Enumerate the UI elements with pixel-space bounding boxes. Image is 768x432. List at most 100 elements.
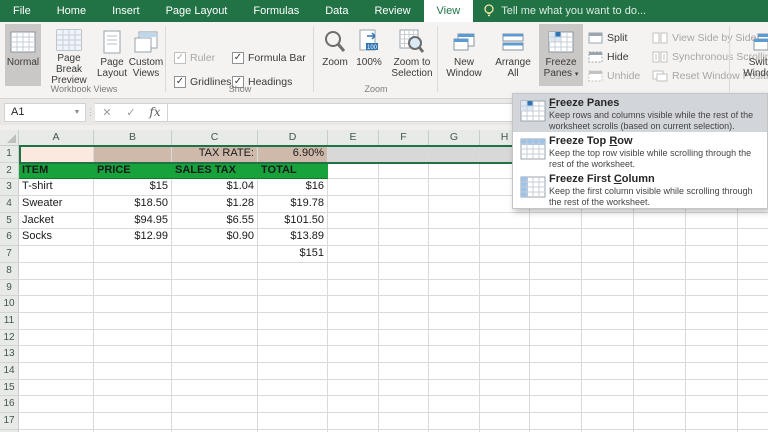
row-header-13[interactable]: 13 [0, 346, 19, 363]
cell-E5[interactable] [328, 213, 379, 230]
cell-F8[interactable] [379, 263, 429, 280]
cell-F14[interactable] [379, 363, 429, 380]
cell-M13[interactable] [738, 346, 768, 363]
menu-item-freeze-first-column[interactable]: Freeze First ColumnKeep the first column… [513, 170, 767, 208]
cell-I15[interactable] [530, 380, 582, 397]
cell-E1[interactable] [328, 146, 379, 163]
name-box[interactable]: A1 ▼ [4, 103, 86, 122]
cell-D3[interactable]: $16 [258, 179, 328, 196]
cell-G7[interactable] [429, 246, 480, 263]
cell-K5[interactable] [634, 213, 686, 230]
row-header-12[interactable]: 12 [0, 330, 19, 347]
cell-G9[interactable] [429, 280, 480, 297]
cell-H13[interactable] [480, 346, 530, 363]
unhide-button[interactable]: Unhide [588, 67, 640, 84]
cell-B1[interactable] [94, 146, 172, 163]
cell-A11[interactable] [19, 313, 94, 330]
cell-D12[interactable] [258, 330, 328, 347]
cell-J17[interactable] [582, 413, 634, 430]
cell-L12[interactable] [686, 330, 738, 347]
cell-K9[interactable] [634, 280, 686, 297]
cell-K16[interactable] [634, 396, 686, 413]
cell-A6[interactable]: Socks [19, 229, 94, 246]
cell-F17[interactable] [379, 413, 429, 430]
cell-M6[interactable] [738, 229, 768, 246]
cell-H14[interactable] [480, 363, 530, 380]
cell-B12[interactable] [94, 330, 172, 347]
cell-G12[interactable] [429, 330, 480, 347]
row-header-4[interactable]: 4 [0, 196, 19, 213]
cell-E6[interactable] [328, 229, 379, 246]
cell-I8[interactable] [530, 263, 582, 280]
cell-G1[interactable] [429, 146, 480, 163]
cell-D9[interactable] [258, 280, 328, 297]
switch-windows-button[interactable]: SwitchWindows [736, 24, 768, 86]
row-header-10[interactable]: 10 [0, 296, 19, 313]
cell-K11[interactable] [634, 313, 686, 330]
cell-L11[interactable] [686, 313, 738, 330]
hide-button[interactable]: Hide [588, 48, 629, 65]
cell-B10[interactable] [94, 296, 172, 313]
cell-F16[interactable] [379, 396, 429, 413]
cell-F1[interactable] [379, 146, 429, 163]
cancel-icon[interactable]: ✕ [95, 106, 119, 119]
row-header-9[interactable]: 9 [0, 280, 19, 297]
cell-J12[interactable] [582, 330, 634, 347]
cell-H11[interactable] [480, 313, 530, 330]
checkbox-icon[interactable]: ✓ [232, 52, 244, 64]
cell-E9[interactable] [328, 280, 379, 297]
cell-A13[interactable] [19, 346, 94, 363]
cell-M12[interactable] [738, 330, 768, 347]
cell-G13[interactable] [429, 346, 480, 363]
cell-G4[interactable] [429, 196, 480, 213]
cell-B9[interactable] [94, 280, 172, 297]
cell-B6[interactable]: $12.99 [94, 229, 172, 246]
cell-E12[interactable] [328, 330, 379, 347]
cell-G3[interactable] [429, 179, 480, 196]
cell-F15[interactable] [379, 380, 429, 397]
cell-D1[interactable]: 6.90% [258, 146, 328, 163]
cell-I5[interactable] [530, 213, 582, 230]
custom-views-button[interactable]: CustomViews [129, 24, 163, 86]
cell-D17[interactable] [258, 413, 328, 430]
cell-L15[interactable] [686, 380, 738, 397]
cell-H8[interactable] [480, 263, 530, 280]
row-header-14[interactable]: 14 [0, 363, 19, 380]
cell-E14[interactable] [328, 363, 379, 380]
row-header-15[interactable]: 15 [0, 380, 19, 397]
cell-L14[interactable] [686, 363, 738, 380]
cell-J11[interactable] [582, 313, 634, 330]
cell-D4[interactable]: $19.78 [258, 196, 328, 213]
cell-A17[interactable] [19, 413, 94, 430]
cell-E10[interactable] [328, 296, 379, 313]
cell-F2[interactable] [379, 163, 429, 180]
cell-I11[interactable] [530, 313, 582, 330]
cell-J9[interactable] [582, 280, 634, 297]
cell-D6[interactable]: $13.89 [258, 229, 328, 246]
cell-G8[interactable] [429, 263, 480, 280]
cell-K17[interactable] [634, 413, 686, 430]
cell-G5[interactable] [429, 213, 480, 230]
cell-J5[interactable] [582, 213, 634, 230]
cell-A9[interactable] [19, 280, 94, 297]
cell-M10[interactable] [738, 296, 768, 313]
cell-D16[interactable] [258, 396, 328, 413]
cell-H5[interactable] [480, 213, 530, 230]
freeze-panes-button[interactable]: FreezePanes ▾ [539, 24, 583, 86]
cell-C5[interactable]: $6.55 [172, 213, 258, 230]
cell-M7[interactable] [738, 246, 768, 263]
cell-I10[interactable] [530, 296, 582, 313]
tab-page-layout[interactable]: Page Layout [153, 0, 241, 22]
cell-A10[interactable] [19, 296, 94, 313]
cell-B3[interactable]: $15 [94, 179, 172, 196]
cell-L6[interactable] [686, 229, 738, 246]
new-window-button[interactable]: NewWindow [441, 24, 487, 86]
cell-H16[interactable] [480, 396, 530, 413]
cell-L9[interactable] [686, 280, 738, 297]
cell-C12[interactable] [172, 330, 258, 347]
column-header-F[interactable]: F [379, 130, 429, 146]
cell-G10[interactable] [429, 296, 480, 313]
cell-B11[interactable] [94, 313, 172, 330]
cell-I6[interactable] [530, 229, 582, 246]
cell-E15[interactable] [328, 380, 379, 397]
